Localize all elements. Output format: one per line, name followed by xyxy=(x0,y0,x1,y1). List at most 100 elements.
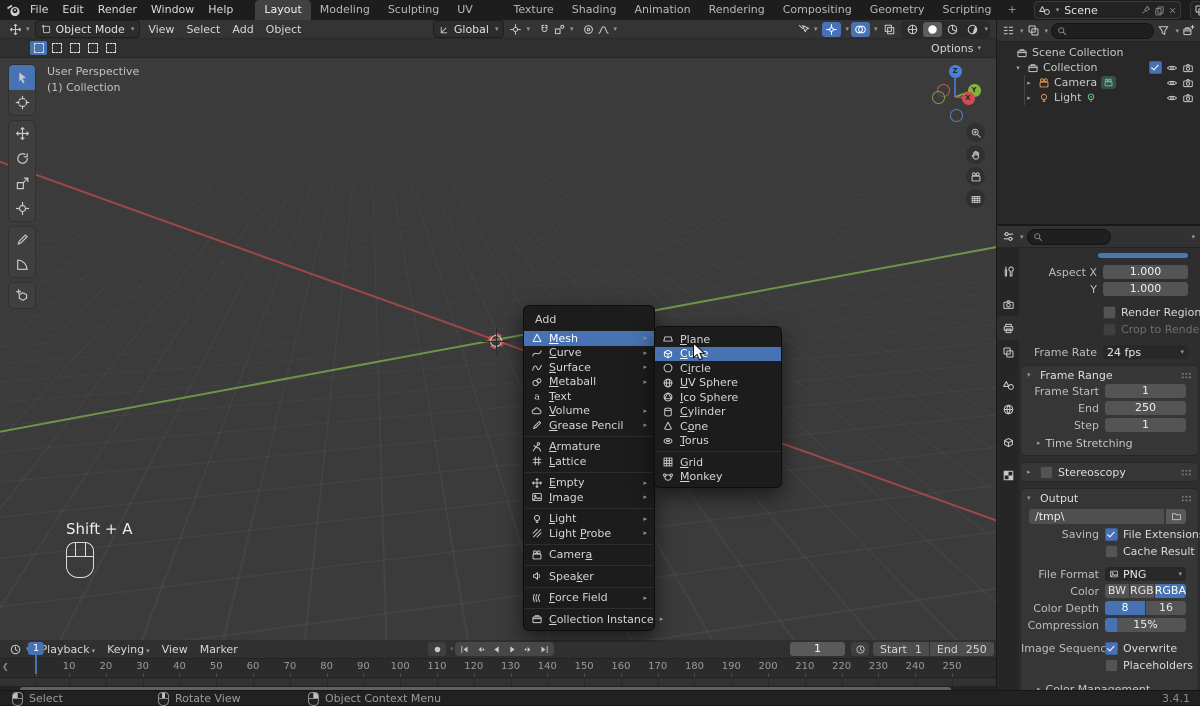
properties-options-icon[interactable]: ▾ xyxy=(1191,233,1195,241)
add-menu-item-lattice[interactable]: Lattice xyxy=(524,454,654,469)
collection-checkbox[interactable] xyxy=(1149,61,1162,74)
region-overlap-arrow[interactable]: ❮ xyxy=(2,662,9,671)
shading-wireframe-button[interactable] xyxy=(903,22,922,37)
proportional-edit-button[interactable]: ▾ xyxy=(579,22,621,37)
timeline-track[interactable] xyxy=(0,678,996,686)
timeline-ruler[interactable]: 10 20 30 40 50 60 70 80 90 100 110 120 130 140 150 160 1… xyxy=(0,659,996,678)
current-frame-field[interactable]: 1 xyxy=(790,642,845,656)
camera-restrict-icon[interactable] xyxy=(1182,92,1194,104)
add-menu-item-grease-pencil[interactable]: Grease Pencil ▸ xyxy=(524,418,654,433)
start-frame-field[interactable]: Start 1 xyxy=(873,642,929,656)
new-scene-icon[interactable] xyxy=(1154,5,1165,16)
add-menu-item-armature[interactable]: Armature xyxy=(524,440,654,455)
scale-tool[interactable] xyxy=(9,171,35,196)
editor-type-icon[interactable] xyxy=(1002,230,1015,243)
shading-solid-button[interactable] xyxy=(922,21,942,37)
color-option-bw[interactable]: BW xyxy=(1105,584,1129,598)
add-menu-item-empty[interactable]: Empty ▸ xyxy=(524,476,654,491)
properties-tab-render[interactable] xyxy=(997,292,1019,316)
display-mode-icon[interactable] xyxy=(1002,24,1015,37)
frame-rate-dropdown[interactable]: 24 fps ▾ xyxy=(1103,345,1188,359)
move-tool[interactable] xyxy=(9,121,35,146)
add-menu-item-surface[interactable]: Surface ▸ xyxy=(524,360,654,375)
mesh-submenu-item-cone[interactable]: Cone xyxy=(655,419,781,434)
placeholders-checkbox[interactable] xyxy=(1105,658,1118,672)
outliner-search-input[interactable] xyxy=(1051,22,1155,39)
transform-tool[interactable] xyxy=(9,196,35,221)
select-mode-subtract-button[interactable] xyxy=(66,41,83,55)
workspace-tab-scripting[interactable]: Scripting xyxy=(934,0,1001,20)
workspace-tab-animation[interactable]: Animation xyxy=(625,0,699,20)
mesh-submenu-item-uv-sphere[interactable]: UV Sphere xyxy=(655,376,781,391)
viewlayer-selector[interactable]: ▾ ViewLayer xyxy=(1190,1,1200,19)
crop-region-checkbox[interactable] xyxy=(1103,322,1116,336)
add-workspace-button[interactable]: + xyxy=(1000,0,1023,20)
properties-tab-tool[interactable] xyxy=(997,259,1019,283)
menu-window[interactable]: Window xyxy=(144,0,201,20)
add-menu-item-metaball[interactable]: Metaball ▸ xyxy=(524,375,654,390)
workspace-tab-shading[interactable]: Shading xyxy=(563,0,626,20)
use-preview-range-button[interactable] xyxy=(851,642,869,656)
prev-keyframe-button[interactable] xyxy=(473,643,488,655)
camera-restrict-icon[interactable] xyxy=(1182,77,1194,89)
viewport-menu-add[interactable]: Add xyxy=(226,23,259,36)
add-menu-item-text[interactable]: a Text xyxy=(524,389,654,404)
add-menu-item-volume[interactable]: Volume ▸ xyxy=(524,404,654,419)
add-menu-item-speaker[interactable]: Speaker xyxy=(524,569,654,584)
menu-file[interactable]: File xyxy=(23,0,55,20)
menu-edit[interactable]: Edit xyxy=(55,0,90,20)
timeline-menu-marker[interactable]: Marker xyxy=(194,643,244,656)
camera-restrict-icon[interactable] xyxy=(1182,62,1194,74)
workspace-tab-geometry-nodes[interactable]: Geometry Nodes xyxy=(861,0,934,36)
jump-to-start-button[interactable] xyxy=(457,643,472,655)
eye-icon[interactable] xyxy=(1166,92,1178,104)
timeline-menu-view[interactable]: View xyxy=(156,643,194,656)
xray-toggle[interactable] xyxy=(880,22,899,37)
aspect-y-field[interactable]: 1.000 xyxy=(1103,282,1188,296)
aspect-x-field[interactable]: 1.000 xyxy=(1103,265,1188,279)
axis-neg-z-ball[interactable] xyxy=(949,108,963,122)
stereoscopy-checkbox[interactable] xyxy=(1040,465,1053,479)
outliner-row-collection[interactable]: ▾ Collection xyxy=(997,60,1200,75)
show-overlays-toggle[interactable] xyxy=(850,21,870,37)
add-menu-item-curve[interactable]: Curve ▸ xyxy=(524,346,654,361)
outliner-row-camera[interactable]: ▸ Camera xyxy=(997,75,1200,90)
file-format-dropdown[interactable]: PNG ▾ xyxy=(1105,567,1186,581)
select-mode-new-button[interactable] xyxy=(30,41,47,55)
time-stretching-header[interactable]: ▸ Time Stretching xyxy=(1021,435,1198,451)
select-mode-intersect-button[interactable] xyxy=(102,41,119,55)
output-path-field[interactable]: /tmp\ xyxy=(1029,509,1164,524)
disclosure-triangle[interactable]: ▸ xyxy=(1024,94,1034,102)
cursor-tool[interactable] xyxy=(9,90,35,115)
menu-render[interactable]: Render xyxy=(91,0,144,20)
properties-search-input[interactable] xyxy=(1026,228,1111,245)
add-menu-item-collection-instance[interactable]: Collection Instance ▸ xyxy=(524,612,663,627)
add-menu-item-force-field[interactable]: Force Field ▸ xyxy=(524,591,654,606)
measure-tool[interactable] xyxy=(9,252,35,277)
resolution-slider[interactable] xyxy=(1098,253,1188,258)
disclosure-triangle[interactable]: ▾ xyxy=(1013,64,1023,72)
disclosure-triangle[interactable]: ▸ xyxy=(1024,79,1034,87)
axis-z-ball[interactable]: Z xyxy=(948,64,962,78)
shading-rendered-button[interactable] xyxy=(963,22,982,37)
mesh-submenu-item-grid[interactable]: Grid xyxy=(655,455,781,470)
mesh-submenu-item-torus[interactable]: Torus xyxy=(655,434,781,449)
panel-drag-handle[interactable] xyxy=(1181,494,1192,502)
depth-option-16[interactable]: 16 xyxy=(1146,601,1186,615)
menu-help[interactable]: Help xyxy=(201,0,240,20)
options-dropdown[interactable]: Options ▾ xyxy=(928,41,984,56)
frame-start-field[interactable]: 1 xyxy=(1105,384,1186,398)
compression-slider[interactable]: 15% xyxy=(1105,618,1186,632)
end-frame-field[interactable]: End 250 xyxy=(929,642,994,656)
properties-tab-object[interactable] xyxy=(997,430,1019,454)
scene-selector[interactable]: ▾ Scene xyxy=(1033,1,1182,19)
eye-icon[interactable] xyxy=(1166,62,1178,74)
play-reverse-button[interactable] xyxy=(489,643,504,655)
annotate-tool[interactable] xyxy=(9,227,35,252)
render-region-checkbox[interactable] xyxy=(1103,305,1116,319)
close-icon[interactable] xyxy=(1168,6,1177,15)
jump-to-end-button[interactable] xyxy=(537,643,552,655)
timeline-menu-playback[interactable]: Playback ▾ xyxy=(35,643,102,656)
playhead-line[interactable] xyxy=(35,654,37,674)
viewport-menu-object[interactable]: Object xyxy=(260,23,308,36)
